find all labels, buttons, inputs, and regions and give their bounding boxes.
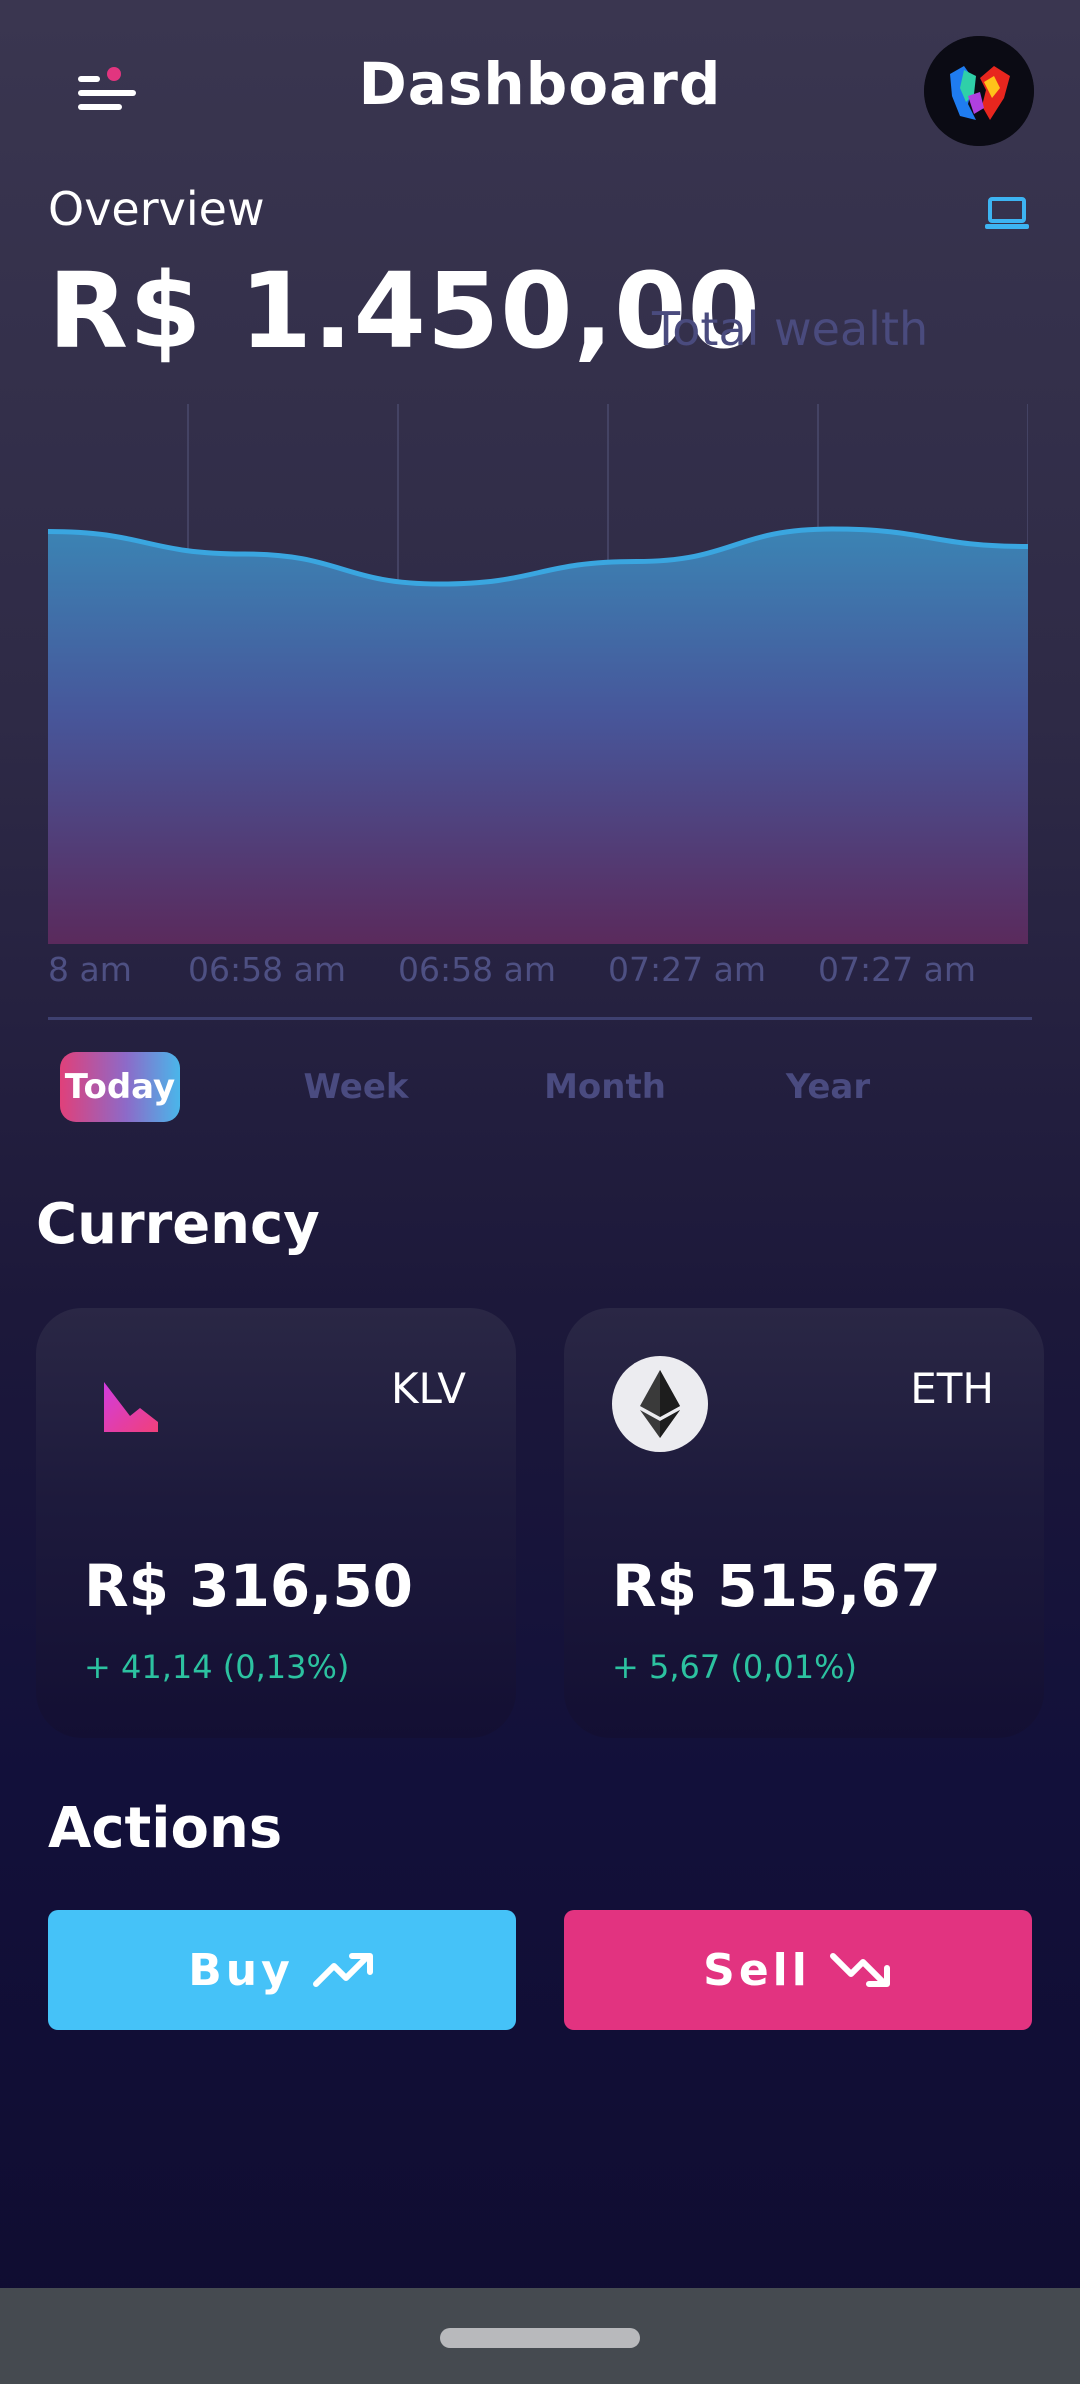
chart-x-tick-label: 06:58 am bbox=[398, 950, 556, 989]
avatar[interactable] bbox=[924, 36, 1034, 146]
trending-down-icon bbox=[829, 1950, 893, 1990]
actions-section-title: Actions bbox=[48, 1796, 283, 1861]
chart-x-tick-label: 07:27 am bbox=[818, 950, 976, 989]
overview-label: Overview bbox=[48, 182, 265, 236]
coin-symbol: ETH bbox=[910, 1364, 994, 1413]
tab-week[interactable]: Week bbox=[296, 1052, 416, 1122]
coin-change: + 41,14 (0,13%) bbox=[84, 1648, 350, 1686]
coin-symbol: KLV bbox=[390, 1364, 466, 1413]
klever-logo-icon bbox=[100, 1376, 160, 1436]
sell-button[interactable]: Sell bbox=[564, 1910, 1032, 2030]
coin-price: R$ 316,50 bbox=[84, 1552, 414, 1620]
buy-button-label: Buy bbox=[188, 1944, 294, 1996]
currency-card-eth[interactable]: ETH R$ 515,67 + 5,67 (0,01%) bbox=[564, 1308, 1044, 1738]
tab-year[interactable]: Year bbox=[770, 1052, 886, 1122]
coin-change: + 5,67 (0,01%) bbox=[612, 1648, 858, 1686]
wealth-area-chart[interactable] bbox=[48, 404, 1028, 948]
ethereum-logo-icon bbox=[612, 1356, 708, 1452]
trending-up-icon bbox=[312, 1950, 376, 1990]
total-wealth-caption: Total wealth bbox=[652, 302, 929, 356]
home-gesture-handle[interactable] bbox=[440, 2328, 640, 2348]
tab-today[interactable]: Today bbox=[60, 1052, 180, 1122]
coin-price: R$ 515,67 bbox=[612, 1552, 942, 1620]
chart-area-fill bbox=[48, 529, 1028, 944]
buy-button[interactable]: Buy bbox=[48, 1910, 516, 2030]
chart-x-tick-label: 07:27 am bbox=[608, 950, 766, 989]
tab-month[interactable]: Month bbox=[540, 1052, 670, 1122]
page-title: Dashboard bbox=[358, 50, 722, 118]
chart-x-tick-label: 06:58 am bbox=[188, 950, 346, 989]
sell-button-label: Sell bbox=[703, 1944, 811, 1996]
chart-divider bbox=[48, 1017, 1032, 1020]
chart-x-tick-label: 8 am bbox=[48, 950, 132, 989]
currency-section-title: Currency bbox=[36, 1192, 320, 1257]
laptop-icon[interactable] bbox=[984, 196, 1030, 232]
currency-card-klv[interactable]: KLV R$ 316,50 + 41,14 (0,13%) bbox=[36, 1308, 516, 1738]
